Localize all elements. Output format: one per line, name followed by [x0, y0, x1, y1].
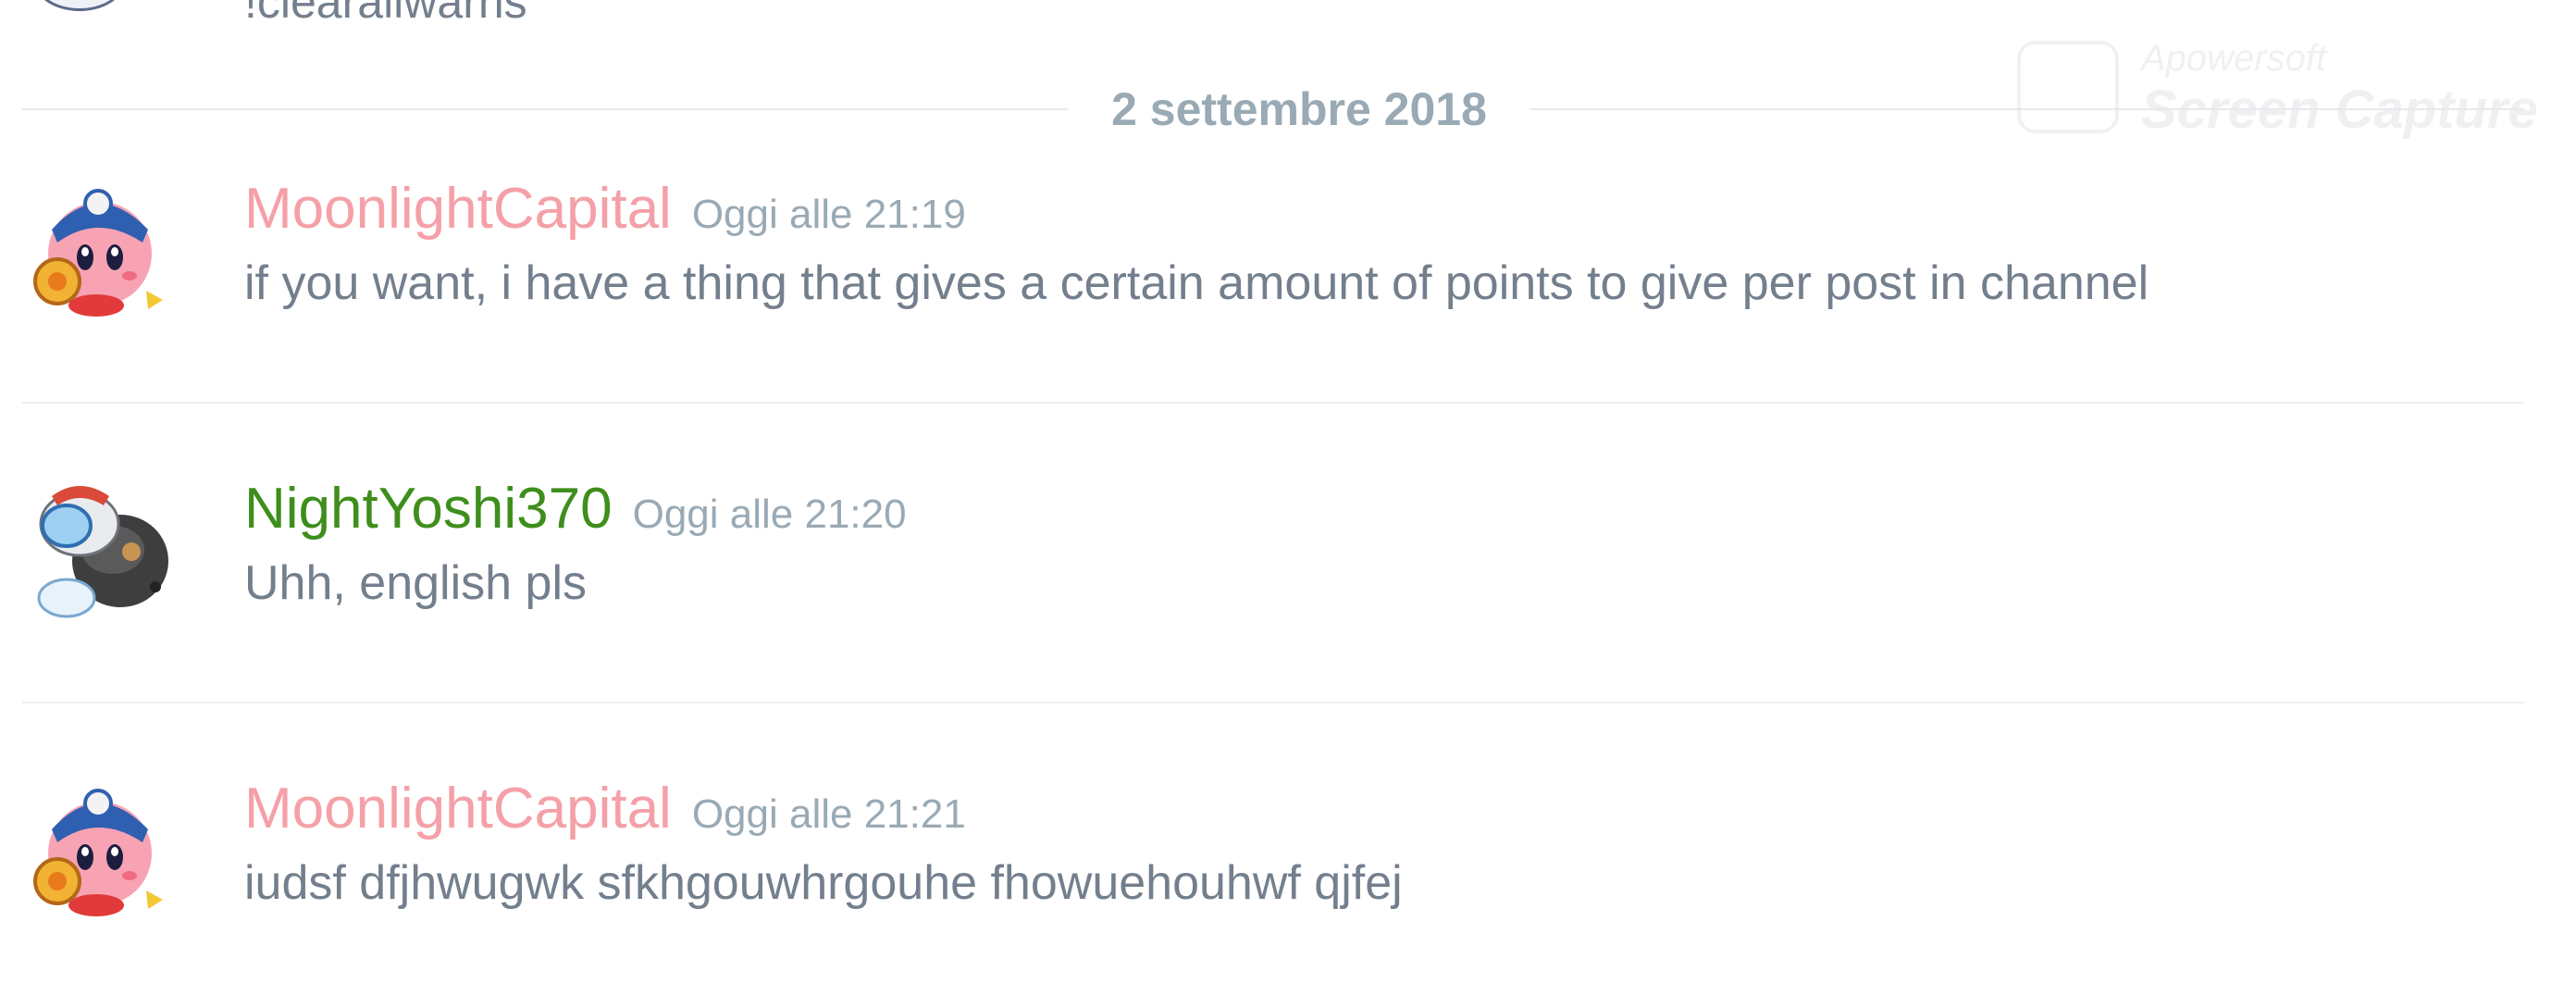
avatar[interactable] [35, 0, 124, 11]
username[interactable]: NightYoshi370 [244, 472, 613, 546]
divider-line [1530, 108, 2524, 110]
message-header: MoonlightCapital Oggi alle 21:19 [244, 172, 966, 246]
timestamp[interactable]: Oggi alle 21:19 [692, 178, 966, 252]
divider-line [22, 108, 1068, 110]
kirby-avatar-icon[interactable] [24, 772, 172, 920]
yoshi-avatar-icon[interactable] [24, 472, 172, 620]
message-header: MoonlightCapital Oggi alle 21:21 [244, 772, 966, 846]
message-content: !clearallwarns [244, 0, 527, 28]
divider-date-label: 2 settembre 2018 [1111, 83, 1487, 135]
message-separator [22, 702, 2524, 703]
username[interactable]: MoonlightCapital [244, 172, 672, 246]
message-content: Uhh, english pls [244, 556, 587, 610]
username[interactable]: MoonlightCapital [244, 772, 672, 846]
message-group: NightYoshi370 Oggi alle 21:20 Uhh, englis… [0, 472, 2576, 657]
kirby-avatar-icon[interactable] [24, 172, 172, 320]
message-group: MoonlightCapital Oggi alle 21:21 iudsf df… [0, 772, 2576, 957]
message-content: iudsf dfjhwugwk sfkhgouwhrgouhe fhowueho… [244, 856, 1403, 910]
timestamp[interactable]: Oggi alle 21:21 [692, 778, 966, 852]
message-group: MoonlightCapital Oggi alle 21:19 if you w… [0, 172, 2576, 357]
message-content: if you want, i have a thing that gives a… [244, 256, 2149, 310]
chat-message-list: !clearallwarns Apowersoft Screen Capture… [0, 0, 2576, 996]
message-header: NightYoshi370 Oggi alle 21:20 [244, 472, 907, 546]
timestamp[interactable]: Oggi alle 21:20 [633, 478, 907, 552]
day-divider: 2 settembre 2018 [22, 74, 2524, 144]
message-separator [22, 402, 2524, 404]
